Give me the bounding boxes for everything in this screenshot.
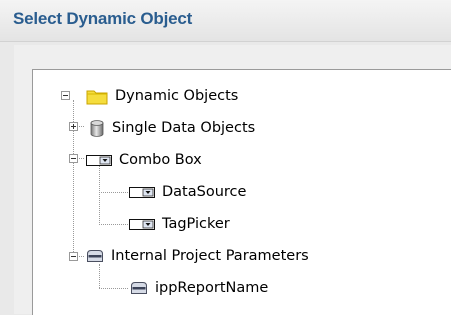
tree-node-label: DataSource	[162, 184, 247, 200]
tree-node-label: Internal Project Parameters	[111, 248, 309, 264]
parameter-icon	[131, 282, 147, 294]
tree-node-label: Single Data Objects	[112, 120, 256, 136]
dialog-title-bar: Select Dynamic Object	[0, 0, 451, 42]
folder-icon	[86, 90, 108, 104]
tree-node-datasource[interactable]: DataSource	[129, 182, 246, 202]
tree-connector-line	[99, 264, 100, 288]
collapse-toggle-root[interactable]	[61, 91, 70, 100]
collapse-toggle-combo-box[interactable]	[69, 154, 78, 163]
dialog-title: Select Dynamic Object	[13, 9, 193, 28]
tree-connector-line	[99, 192, 128, 193]
tree-node-combo-box[interactable]: Combo Box	[86, 150, 202, 170]
tree-node-label: Combo Box	[119, 152, 202, 168]
tree-node-tagpicker[interactable]: TagPicker	[129, 214, 230, 234]
tree-node-single-data-objects[interactable]: Single Data Objects	[89, 118, 255, 138]
tree-node-internal-project-parameters[interactable]: Internal Project Parameters	[86, 246, 309, 266]
database-icon	[90, 119, 104, 137]
tree-node-ippreportname[interactable]: ippReportName	[130, 278, 268, 298]
combo-box-icon	[129, 186, 155, 198]
expand-toggle-single-data-objects[interactable]	[69, 122, 78, 131]
collapse-toggle-internal-project-parameters[interactable]	[69, 252, 78, 261]
tree-node-label: Dynamic Objects	[115, 88, 239, 104]
combo-box-icon	[86, 154, 112, 166]
tree-connector-line	[99, 288, 128, 289]
tree-node-label: TagPicker	[162, 216, 230, 232]
parameter-icon	[87, 250, 103, 262]
dynamic-object-tree[interactable]: Dynamic Objects Single Data Objects Comb…	[32, 69, 451, 315]
tree-connector-line	[99, 224, 128, 225]
combo-box-icon	[129, 218, 155, 230]
tree-node-dynamic-objects[interactable]: Dynamic Objects	[86, 86, 238, 106]
tree-connector-line	[99, 166, 100, 225]
tree-node-label: ippReportName	[155, 280, 269, 296]
